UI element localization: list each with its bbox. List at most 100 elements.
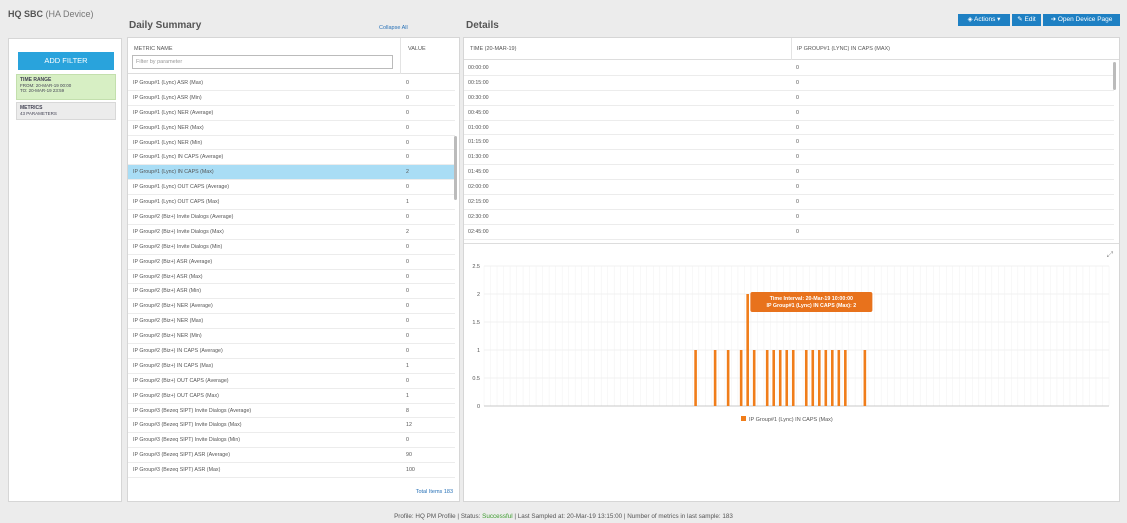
column-divider bbox=[791, 38, 792, 60]
metric-value: 0 bbox=[406, 333, 409, 340]
summary-rows: IP Group#1 (Lync) ASR (Max) 0 IP Group#1 (… bbox=[128, 76, 455, 479]
metric-value: 0 bbox=[406, 318, 409, 325]
expand-icon[interactable]: ⤢ bbox=[1107, 250, 1113, 260]
detail-value: 0 bbox=[796, 79, 799, 86]
metric-row[interactable]: IP Group#2 (Biz+) ASR (Average) 0 bbox=[128, 255, 455, 270]
metric-row[interactable]: IP Group#1 (Lync) ASR (Min) 0 bbox=[128, 91, 455, 106]
detail-row[interactable]: 01:30:00 0 bbox=[464, 150, 1114, 166]
metric-row[interactable]: IP Group#1 (Lync) IN CAPS (Average) 0 bbox=[128, 150, 455, 166]
metric-row[interactable]: IP Group#1 (Lync) IN CAPS (Max) 2 bbox=[128, 165, 455, 181]
add-filter-button[interactable]: ADD FILTER bbox=[18, 52, 114, 70]
metric-row[interactable]: IP Group#1 (Lync) OUT CAPS (Max) 1 bbox=[128, 195, 455, 211]
column-header-metric[interactable]: METRIC NAME bbox=[134, 46, 173, 52]
metric-row[interactable]: IP Group#2 (Biz+) Invite Dialogs (Min) 0 bbox=[128, 240, 455, 255]
detail-row[interactable]: 01:15:00 0 bbox=[464, 135, 1114, 151]
arrow-circle-icon: ➜ bbox=[1050, 16, 1058, 23]
column-header-value[interactable]: VALUE bbox=[408, 46, 426, 52]
detail-value: 0 bbox=[796, 154, 799, 161]
metric-row[interactable]: IP Group#1 (Lync) NER (Max) 0 bbox=[128, 121, 455, 136]
metric-row[interactable]: IP Group#2 (Biz+) OUT CAPS (Max) 1 bbox=[128, 389, 455, 404]
detail-row[interactable]: 02:30:00 0 bbox=[464, 210, 1114, 225]
metric-row[interactable]: IP Group#3 (Bezeq SIPT) ASR (Max) 100 bbox=[128, 463, 455, 479]
details-scrollbar[interactable] bbox=[1113, 62, 1116, 90]
collapse-all-link[interactable]: Collapse All bbox=[379, 25, 408, 31]
bar-chart: 0 0.5 1 1.5 2 2.5 Time Interval: 20-Mar-19 10:… bbox=[472, 264, 1110, 423]
detail-time: 01:15:00 bbox=[468, 139, 489, 146]
metric-value: 0 bbox=[406, 124, 409, 131]
detail-row[interactable]: 01:00:00 0 bbox=[464, 121, 1114, 136]
metric-name: IP Group#1 (Lync) OUT CAPS (Average) bbox=[133, 184, 230, 191]
column-header-ip-group[interactable]: IP GROUP#1 (LYNC) IN CAPS (MAX) bbox=[797, 46, 890, 52]
metric-name: IP Group#1 (Lync) NER (Average) bbox=[133, 109, 214, 116]
metric-row[interactable]: IP Group#2 (Biz+) NER (Average) 0 bbox=[128, 299, 455, 315]
metric-value: 0 bbox=[406, 377, 409, 384]
detail-value: 0 bbox=[796, 139, 799, 146]
total-items: Total Items 183 bbox=[415, 489, 453, 495]
metric-row[interactable]: IP Group#1 (Lync) NER (Min) 0 bbox=[128, 136, 455, 151]
detail-row[interactable]: 02:15:00 0 bbox=[464, 195, 1114, 210]
metric-row[interactable]: IP Group#2 (Biz+) OUT CAPS (Average) 0 bbox=[128, 374, 455, 389]
metric-name: IP Group#3 (Bezeq SIPT) ASR (Max) bbox=[133, 467, 221, 474]
metric-name: IP Group#2 (Biz+) ASR (Min) bbox=[133, 288, 202, 295]
metric-name: IP Group#2 (Biz+) Invite Dialogs (Min) bbox=[133, 243, 223, 250]
filter-parameter-input[interactable] bbox=[132, 55, 393, 69]
detail-row[interactable]: 02:45:00 0 bbox=[464, 225, 1114, 240]
metric-row[interactable]: IP Group#2 (Biz+) IN CAPS (Average) 0 bbox=[128, 344, 455, 359]
metric-name: IP Group#1 (Lync) OUT CAPS (Max) bbox=[133, 199, 220, 206]
metric-value: 1 bbox=[406, 199, 409, 206]
metric-value: 0 bbox=[406, 348, 409, 355]
metric-name: IP Group#2 (Biz+) NER (Average) bbox=[133, 303, 213, 310]
metric-value: 0 bbox=[406, 303, 409, 310]
metric-row[interactable]: IP Group#2 (Biz+) ASR (Max) 0 bbox=[128, 270, 455, 285]
detail-value: 0 bbox=[796, 65, 799, 71]
detail-time: 02:45:00 bbox=[468, 228, 489, 235]
metric-row[interactable]: IP Group#2 (Biz+) ASR (Min) 0 bbox=[128, 284, 455, 300]
metric-value: 12 bbox=[406, 422, 412, 429]
metric-row[interactable]: IP Group#2 (Biz+) IN CAPS (Max) 1 bbox=[128, 359, 455, 374]
filter-panel: ADD FILTER TIME RANGE FROM: 20-MAR-19 00… bbox=[8, 38, 122, 502]
actions-button[interactable]: ◈ Actions ▾ bbox=[958, 14, 1010, 26]
metric-row[interactable]: IP Group#1 (Lync) OUT CAPS (Average) 0 bbox=[128, 180, 455, 196]
metric-row[interactable]: IP Group#1 (Lync) ASR (Max) 0 bbox=[128, 76, 455, 91]
metric-row[interactable]: IP Group#1 (Lync) NER (Average) 0 bbox=[128, 106, 455, 121]
metric-value: 100 bbox=[406, 467, 415, 474]
chart-bar bbox=[752, 350, 756, 406]
status-value: Successful bbox=[482, 513, 513, 520]
pencil-icon: ✎ bbox=[1017, 16, 1025, 23]
app-root: HQ SBC (HA Device) ADD FILTER TIME RANGE… bbox=[0, 0, 1127, 523]
summary-scrollbar[interactable] bbox=[454, 136, 457, 200]
open-device-page-button[interactable]: ➜ Open Device Page bbox=[1043, 14, 1120, 26]
detail-row[interactable]: 02:00:00 0 bbox=[464, 180, 1114, 196]
detail-row[interactable]: 00:30:00 0 bbox=[464, 91, 1114, 106]
metric-row[interactable]: IP Group#2 (Biz+) Invite Dialogs (Averag… bbox=[128, 210, 455, 225]
metric-row[interactable]: IP Group#3 (Bezeq SIPT) ASR (Average) 90 bbox=[128, 448, 455, 464]
edit-button[interactable]: ✎ Edit bbox=[1012, 14, 1041, 26]
metrics-filter[interactable]: METRICS 43 PARAMETERS bbox=[16, 102, 116, 120]
column-header-time[interactable]: TIME (20-MAR-19) bbox=[470, 46, 516, 52]
metric-value: 0 bbox=[406, 273, 409, 280]
device-subtitle: (HA Device) bbox=[45, 9, 94, 19]
chart-bar bbox=[772, 350, 776, 406]
metric-row[interactable]: IP Group#2 (Biz+) NER (Min) 0 bbox=[128, 329, 455, 345]
metric-value: 1 bbox=[406, 392, 409, 399]
detail-value: 0 bbox=[796, 169, 799, 176]
metric-row[interactable]: IP Group#2 (Biz+) Invite Dialogs (Max) 2 bbox=[128, 225, 455, 240]
metric-row[interactable]: IP Group#3 (Bezeq SIPT) Invite Dialogs (… bbox=[128, 433, 455, 449]
metric-row[interactable]: IP Group#3 (Bezeq SIPT) Invite Dialogs (… bbox=[128, 418, 455, 434]
metric-name: IP Group#1 (Lync) IN CAPS (Max) bbox=[133, 169, 214, 176]
metric-name: IP Group#3 (Bezeq SIPT) Invite Dialogs (… bbox=[133, 437, 241, 444]
metric-name: IP Group#2 (Biz+) ASR (Max) bbox=[133, 273, 203, 280]
metric-name: IP Group#1 (Lync) IN CAPS (Average) bbox=[133, 154, 224, 161]
detail-value: 0 bbox=[796, 213, 799, 220]
detail-row[interactable]: 00:45:00 0 bbox=[464, 106, 1114, 121]
detail-row[interactable]: 00:15:00 0 bbox=[464, 76, 1114, 91]
detail-value: 0 bbox=[796, 228, 799, 235]
metric-row[interactable]: IP Group#2 (Biz+) NER (Max) 0 bbox=[128, 314, 455, 330]
metric-name: IP Group#1 (Lync) NER (Min) bbox=[133, 139, 203, 146]
time-range-filter[interactable]: TIME RANGE FROM: 20-MAR-19 00:00 TO: 20-… bbox=[16, 74, 116, 100]
detail-value: 0 bbox=[796, 199, 799, 206]
detail-row[interactable]: 01:45:00 0 bbox=[464, 165, 1114, 181]
detail-row[interactable]: 00:00:00 0 bbox=[464, 61, 1114, 76]
metric-row[interactable]: IP Group#3 (Bezeq SIPT) Invite Dialogs (… bbox=[128, 404, 455, 419]
time-range-to: TO: 20-MAR-19 23:59 bbox=[20, 88, 65, 93]
